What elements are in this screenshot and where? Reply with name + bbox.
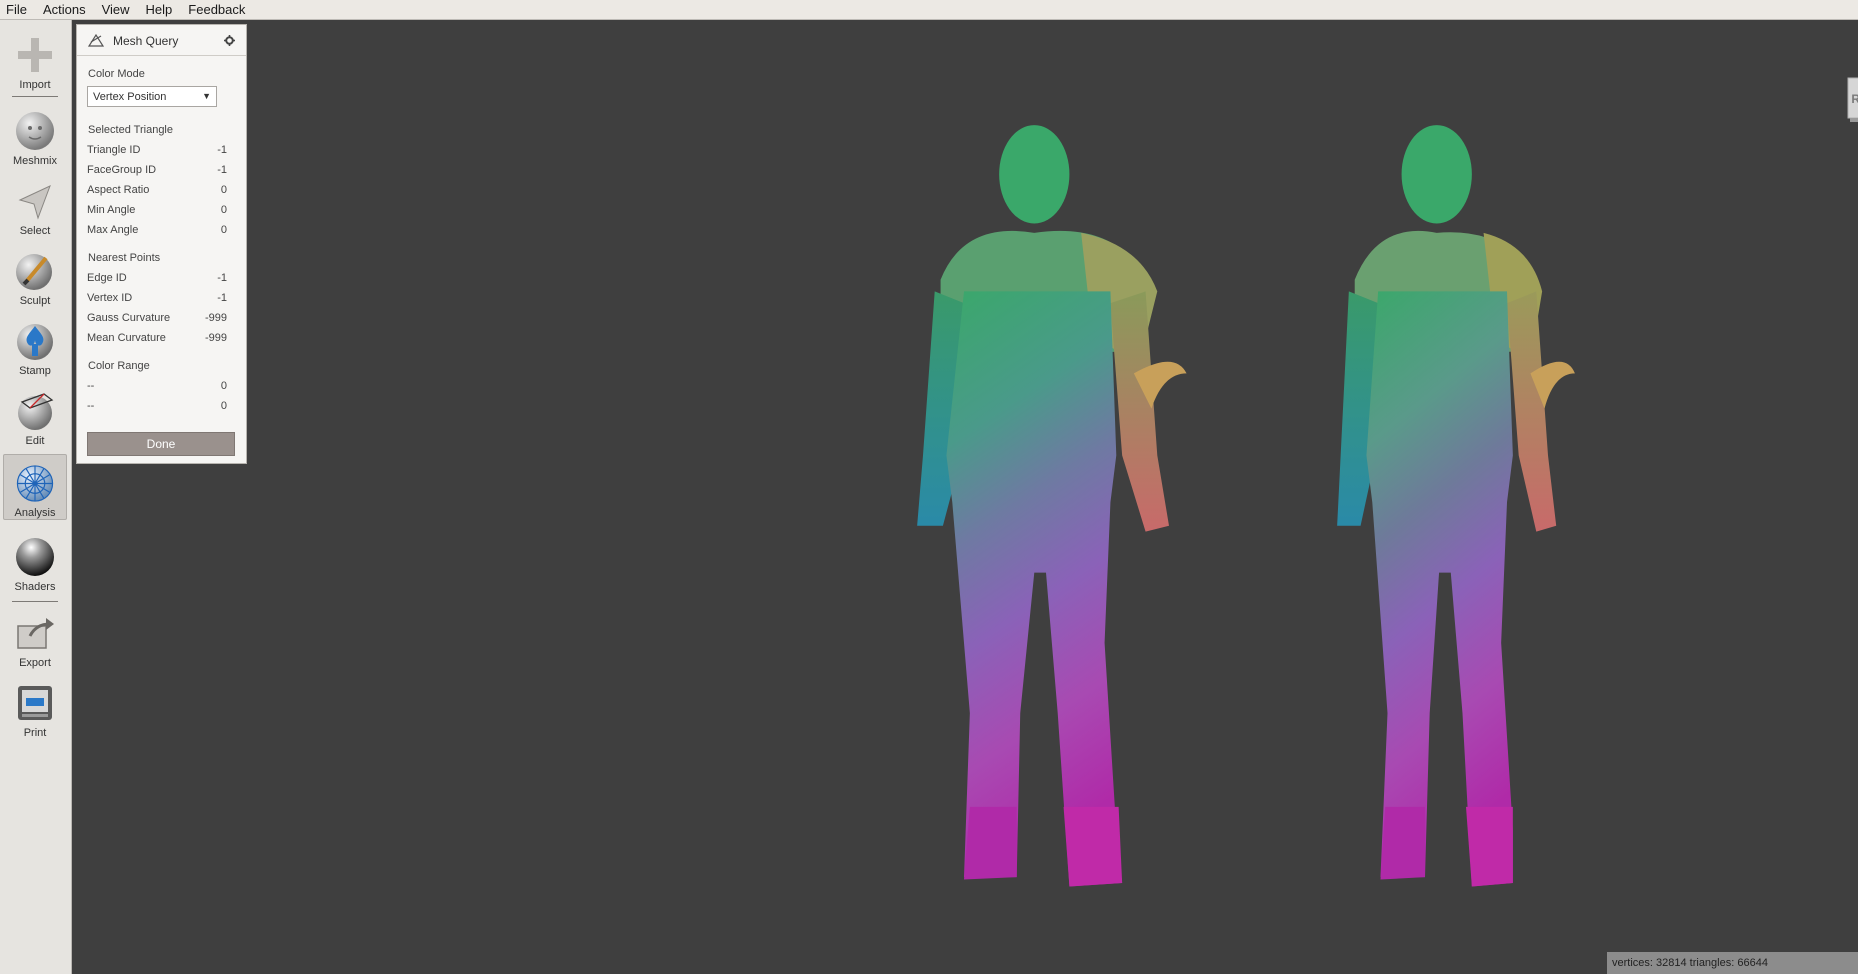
range-max-label: -- bbox=[87, 400, 95, 412]
range-min-label: -- bbox=[87, 380, 95, 392]
dropdown-arrow-icon: ▼ bbox=[202, 91, 211, 101]
selected-triangle-label: Selected Triangle bbox=[88, 124, 173, 136]
print-button[interactable]: Print bbox=[3, 674, 67, 740]
export-icon bbox=[17, 618, 54, 649]
facegroup-id-label: FaceGroup ID bbox=[87, 164, 157, 176]
min-angle-label: Min Angle bbox=[87, 204, 136, 216]
meshmix-label: Meshmix bbox=[12, 155, 57, 167]
mesh-query-icon bbox=[88, 33, 104, 47]
import-label: Import bbox=[19, 79, 51, 91]
gear-icon[interactable] bbox=[224, 35, 235, 46]
menu-help[interactable]: Help bbox=[146, 2, 173, 17]
3d-viewport[interactable]: RIGHT bbox=[71, 20, 1858, 974]
stamp-button[interactable]: Stamp bbox=[3, 312, 67, 378]
triangle-id-label: Triangle ID bbox=[87, 144, 141, 156]
arrow-cursor-icon bbox=[18, 185, 51, 220]
analysis-button[interactable]: Analysis bbox=[3, 454, 67, 520]
edit-button[interactable]: Edit bbox=[3, 382, 67, 448]
menu-view[interactable]: View bbox=[102, 2, 130, 17]
stamp-label: Stamp bbox=[19, 365, 51, 377]
status-bar: vertices: 32814 triangles: 66644 bbox=[1607, 952, 1858, 974]
analysis-label: Analysis bbox=[14, 507, 56, 519]
facegroup-id-value: -1 bbox=[217, 164, 227, 176]
nearest-points-label: Nearest Points bbox=[88, 252, 161, 264]
toolbar-divider bbox=[12, 96, 58, 97]
mean-curvature-value: -999 bbox=[204, 332, 227, 344]
view-cube-label: RIGHT bbox=[1851, 92, 1858, 106]
color-range-label: Color Range bbox=[88, 360, 150, 372]
mesh-figure-left[interactable] bbox=[821, 104, 1271, 924]
view-cube[interactable]: RIGHT bbox=[1844, 70, 1858, 124]
mesh-query-panel: Mesh Query Color Mode Vertex Position ▼ … bbox=[76, 24, 247, 464]
edge-id-label: Edge ID bbox=[87, 272, 127, 284]
print-label: Print bbox=[23, 727, 47, 739]
export-label: Export bbox=[19, 657, 51, 669]
done-button[interactable]: Done bbox=[87, 432, 235, 456]
edge-id-value: -1 bbox=[217, 272, 227, 284]
max-angle-value: 0 bbox=[220, 224, 227, 236]
analysis-mesh-icon bbox=[16, 465, 54, 502]
sculpt-label: Sculpt bbox=[19, 295, 51, 307]
select-label: Select bbox=[19, 225, 51, 237]
shader-sphere-icon bbox=[16, 538, 54, 576]
aspect-ratio-value: 0 bbox=[220, 184, 227, 196]
shaders-button[interactable]: Shaders bbox=[3, 528, 67, 594]
color-mode-value: Vertex Position bbox=[93, 91, 167, 103]
vertex-id-value: -1 bbox=[217, 292, 227, 304]
toolbar-divider bbox=[12, 601, 58, 602]
brush-icon bbox=[16, 254, 52, 290]
min-angle-value: 0 bbox=[220, 204, 227, 216]
sculpt-button[interactable]: Sculpt bbox=[3, 242, 67, 308]
max-angle-label: Max Angle bbox=[87, 224, 139, 236]
mesh-figure-right[interactable] bbox=[1266, 104, 1666, 924]
shaders-label: Shaders bbox=[14, 581, 56, 593]
import-button[interactable]: Import bbox=[3, 26, 67, 92]
gauss-curvature-label: Gauss Curvature bbox=[87, 312, 171, 324]
color-mode-select[interactable]: Vertex Position ▼ bbox=[87, 86, 217, 107]
plus-icon bbox=[18, 38, 52, 72]
left-toolbar: Import Meshmix Select Sculpt Stamp Edit … bbox=[0, 20, 72, 974]
menu-file[interactable]: File bbox=[6, 2, 27, 17]
meshmix-face-icon bbox=[16, 112, 54, 150]
menu-feedback[interactable]: Feedback bbox=[188, 2, 245, 17]
triangle-id-value: -1 bbox=[217, 144, 227, 156]
edit-sphere-icon bbox=[18, 393, 54, 430]
menu-bar: File Actions View Help Feedback bbox=[0, 0, 1858, 20]
range-min-value: 0 bbox=[220, 380, 227, 392]
vertex-id-label: Vertex ID bbox=[87, 292, 133, 304]
mean-curvature-label: Mean Curvature bbox=[87, 332, 166, 344]
printer-icon bbox=[18, 686, 52, 720]
range-max-value: 0 bbox=[220, 400, 227, 412]
panel-title: Mesh Query bbox=[113, 34, 179, 48]
aspect-ratio-label: Aspect Ratio bbox=[87, 184, 150, 196]
gauss-curvature-value: -999 bbox=[204, 312, 227, 324]
panel-header: Mesh Query bbox=[77, 25, 246, 56]
select-button[interactable]: Select bbox=[3, 172, 67, 238]
meshmix-button[interactable]: Meshmix bbox=[3, 102, 67, 168]
stamp-icon bbox=[17, 324, 53, 360]
menu-actions[interactable]: Actions bbox=[43, 2, 86, 17]
color-mode-label: Color Mode bbox=[88, 68, 145, 80]
export-button[interactable]: Export bbox=[3, 604, 67, 670]
edit-label: Edit bbox=[25, 435, 45, 447]
